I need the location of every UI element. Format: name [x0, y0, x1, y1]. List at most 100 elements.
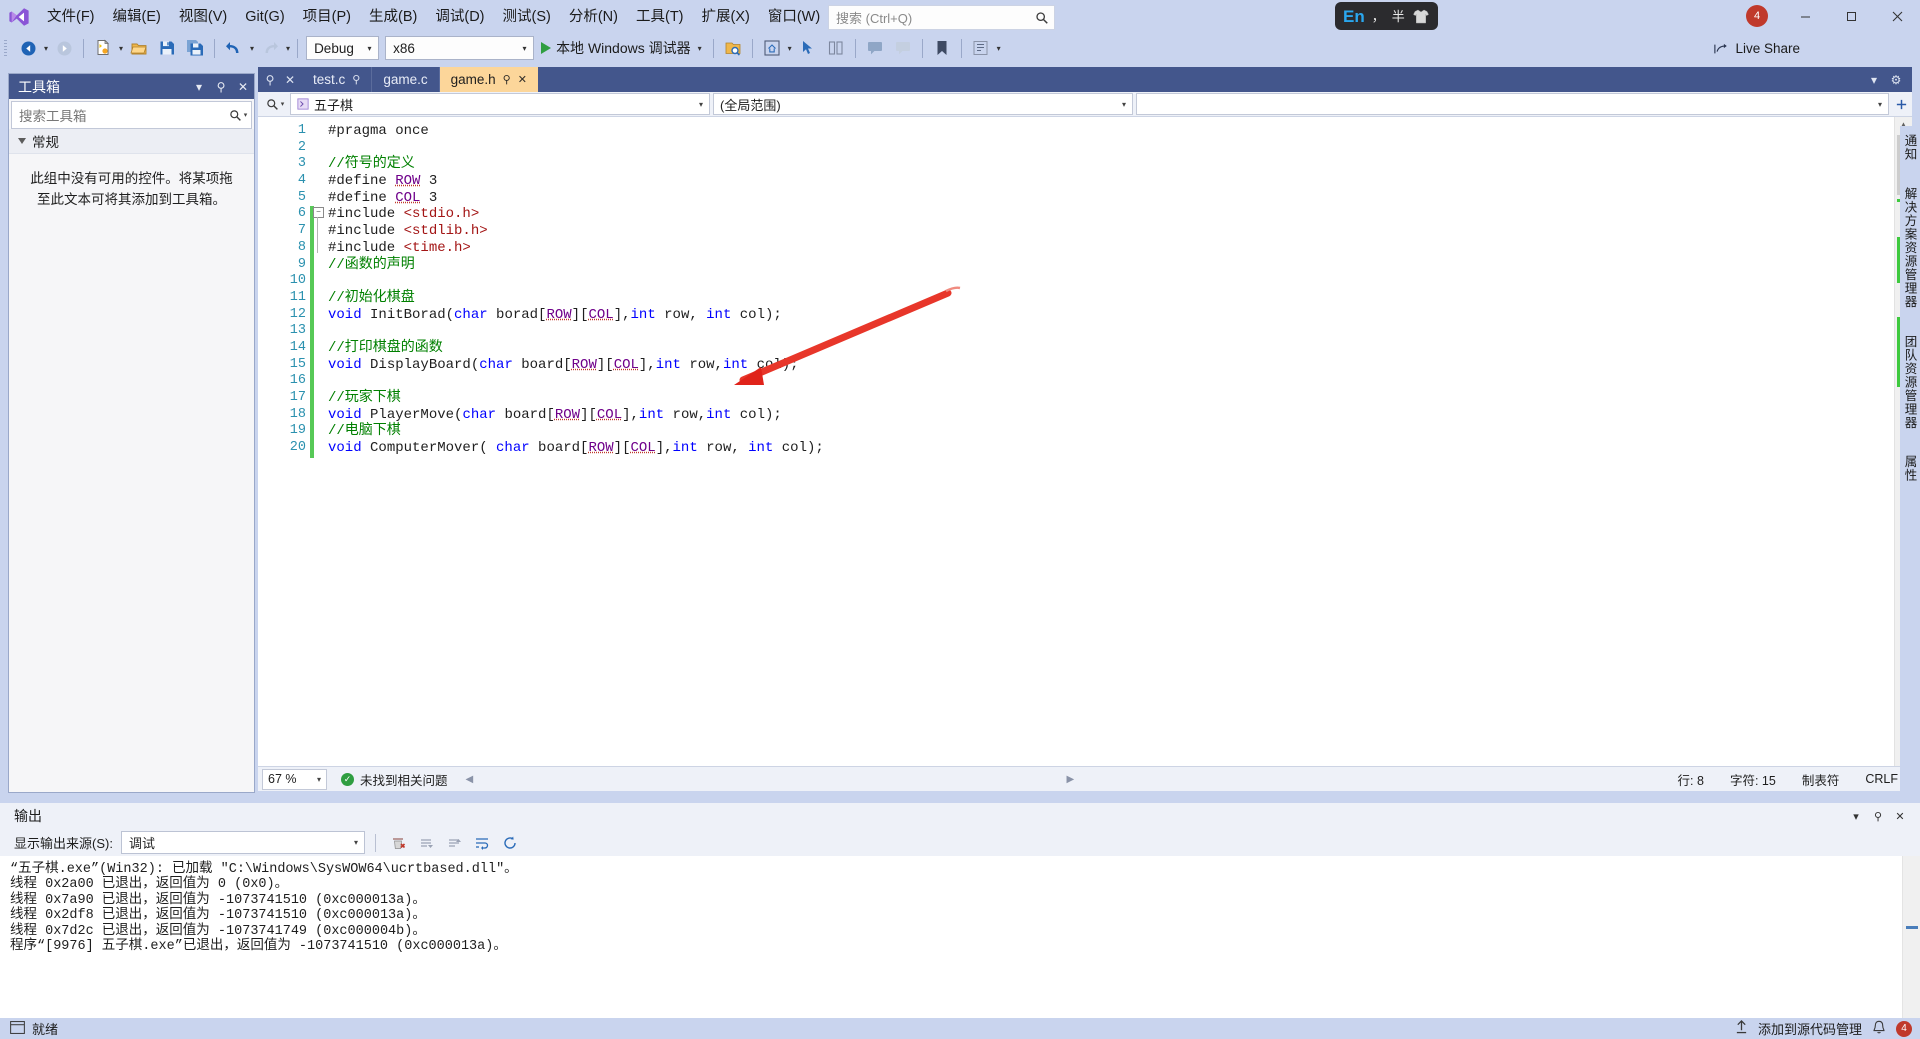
code-line[interactable]: #include <stdio.h>	[328, 206, 1912, 223]
navigate-back-dropdown-icon[interactable]: ▾	[42, 44, 50, 53]
global-search-input[interactable]: 搜索 (Ctrl+Q)	[829, 8, 1030, 27]
close-button[interactable]	[1874, 0, 1920, 33]
save-all-icon[interactable]	[181, 36, 209, 60]
undo-dropdown-icon[interactable]: ▾	[248, 44, 256, 53]
columns-icon[interactable]	[822, 36, 850, 60]
toolbox-search-input[interactable]: 搜索工具箱	[12, 105, 225, 125]
source-control-label[interactable]: 添加到源代码管理	[1758, 1019, 1862, 1038]
code-line[interactable]: #pragma once	[328, 123, 1912, 140]
search-icon[interactable]: ▾	[225, 109, 251, 122]
dock-tab-team-explorer[interactable]: 团队资源管理器	[1901, 335, 1920, 430]
new-project-dropdown-icon[interactable]: ▾	[117, 44, 125, 53]
pin-icon[interactable]: ⚲	[1868, 805, 1888, 827]
settings-icon[interactable]: ⚙	[1888, 73, 1904, 87]
ime-language-bar[interactable]: En ， 半	[1335, 2, 1438, 30]
code-line[interactable]	[328, 273, 1912, 290]
pin-icon[interactable]: ⚲	[210, 74, 232, 99]
next-message-icon[interactable]	[442, 832, 466, 854]
chevron-down-icon[interactable]: ▾	[516, 44, 533, 53]
chevron-down-icon[interactable]: ▾	[348, 838, 364, 847]
home-icon[interactable]	[758, 36, 786, 60]
toolbar-grip[interactable]	[4, 38, 14, 58]
chevron-down-icon[interactable]: ▾	[1116, 100, 1132, 109]
solution-platform-combo[interactable]: x86 ▾	[385, 36, 534, 60]
navigation-search-icon[interactable]: ▾	[260, 98, 290, 111]
navigation-member-combo[interactable]: (全局范围) ▾	[713, 93, 1133, 115]
chevron-down-icon[interactable]: ▾	[696, 44, 704, 53]
toggle-bookmark-icon[interactable]	[967, 36, 995, 60]
code-line[interactable]: void InitBorad(char borad[ROW][COL],int …	[328, 307, 1912, 324]
code-line[interactable]: //符号的定义	[328, 156, 1912, 173]
glyph-margin[interactable]: −	[310, 117, 328, 766]
chevron-down-icon[interactable]: ▾	[1866, 73, 1882, 87]
close-icon[interactable]: ✕	[280, 67, 300, 92]
open-file-icon[interactable]	[125, 36, 153, 60]
start-debugging-button[interactable]: 本地 Windows 调试器 ▾	[537, 36, 708, 60]
chevron-down-icon[interactable]: ▾	[693, 100, 709, 109]
preview-selected-items-icon[interactable]	[719, 36, 747, 60]
code-line[interactable]: #define COL 3	[328, 190, 1912, 207]
menu-window[interactable]: 窗口(W)	[759, 4, 829, 30]
toolbox-search-box[interactable]: 搜索工具箱 ▾	[11, 101, 252, 129]
word-wrap-icon[interactable]	[470, 832, 494, 854]
output-vertical-scrollbar[interactable]	[1902, 856, 1920, 1018]
code-line[interactable]: void DisplayBoard(char board[ROW][COL],i…	[328, 357, 1912, 374]
code-line[interactable]: #include <stdlib.h>	[328, 223, 1912, 240]
menu-analyze[interactable]: 分析(N)	[560, 4, 627, 30]
pin-icon[interactable]: ⚲	[503, 73, 511, 86]
ime-width-toggle[interactable]: 半	[1392, 10, 1405, 23]
pointer-icon[interactable]	[794, 36, 822, 60]
close-icon[interactable]: ✕	[232, 74, 254, 99]
code-line[interactable]: void PlayerMove(char board[ROW][COL],int…	[328, 407, 1912, 424]
tab-game-h[interactable]: game.h ⚲ ✕	[440, 67, 538, 92]
undo-icon[interactable]	[220, 36, 248, 60]
chevron-down-icon[interactable]: ▾	[1846, 805, 1866, 827]
shirt-icon[interactable]	[1412, 8, 1430, 25]
bell-icon[interactable]	[1872, 1020, 1886, 1038]
toolbar-overflow-2-icon[interactable]: ▾	[995, 44, 1003, 53]
plus-icon[interactable]	[1892, 98, 1910, 111]
redo-dropdown-icon[interactable]: ▾	[284, 44, 292, 53]
menu-build[interactable]: 生成(B)	[360, 4, 426, 30]
output-text-area[interactable]: “五子棋.exe”(Win32): 已加载 "C:\Windows\SysWOW…	[0, 856, 1920, 1018]
close-icon[interactable]: ✕	[1890, 805, 1910, 827]
code-line[interactable]: void ComputerMover( char board[ROW][COL]…	[328, 440, 1912, 457]
dock-tab-solution-explorer[interactable]: 解决方案资源管理器	[1901, 187, 1920, 309]
code-line[interactable]	[328, 323, 1912, 340]
notification-badge[interactable]: 4	[1746, 5, 1770, 29]
code-line[interactable]: //初始化棋盘	[328, 290, 1912, 307]
chevron-down-icon[interactable]: ▾	[1872, 100, 1888, 109]
menu-project[interactable]: 项目(P)	[294, 4, 360, 30]
upload-icon[interactable]	[1735, 1020, 1748, 1037]
chevron-down-icon[interactable]: ▾	[361, 44, 378, 53]
menu-debug[interactable]: 调试(D)	[426, 4, 493, 30]
chevron-down-icon[interactable]: ▾	[312, 775, 326, 784]
menu-extensions[interactable]: 扩展(X)	[693, 4, 759, 30]
code-text-area[interactable]: #pragma once //符号的定义#define ROW 3#define…	[328, 117, 1912, 766]
navigate-forward-icon[interactable]	[50, 36, 78, 60]
navigate-back-icon[interactable]	[14, 36, 42, 60]
code-line[interactable]: #include <time.h>	[328, 240, 1912, 257]
tab-game-c[interactable]: game.c	[372, 67, 439, 92]
code-editor-surface[interactable]: 1234567891011121314151617181920 − #pragm…	[258, 117, 1912, 766]
menu-edit[interactable]: 编辑(E)	[104, 4, 170, 30]
tab-test-c[interactable]: test.c ⚲	[302, 67, 372, 92]
editor-issue-status[interactable]: ✓ 未找到相关问题	[341, 770, 448, 789]
pin-icon[interactable]: ⚲	[352, 73, 360, 86]
code-line[interactable]: //函数的声明	[328, 257, 1912, 274]
toolbar-overflow-icon[interactable]: ▾	[786, 44, 794, 53]
global-search-box[interactable]: 搜索 (Ctrl+Q)	[828, 5, 1055, 30]
navigation-third-combo[interactable]: ▾	[1136, 93, 1889, 115]
close-icon[interactable]: ✕	[518, 73, 527, 86]
code-line[interactable]: #define ROW 3	[328, 173, 1912, 190]
status-notification-badge[interactable]: 4	[1896, 1021, 1912, 1037]
scroll-left-icon[interactable]: ◀	[466, 774, 474, 785]
comment-icon[interactable]	[861, 36, 889, 60]
output-source-combo[interactable]: 调试 ▾	[121, 831, 365, 854]
code-line[interactable]: //玩家下棋	[328, 390, 1912, 407]
code-line[interactable]	[328, 140, 1912, 157]
live-share-button[interactable]: Live Share	[1707, 37, 1806, 60]
save-icon[interactable]	[153, 36, 181, 60]
menu-view[interactable]: 视图(V)	[170, 4, 236, 30]
solution-configuration-combo[interactable]: Debug ▾	[306, 36, 379, 60]
